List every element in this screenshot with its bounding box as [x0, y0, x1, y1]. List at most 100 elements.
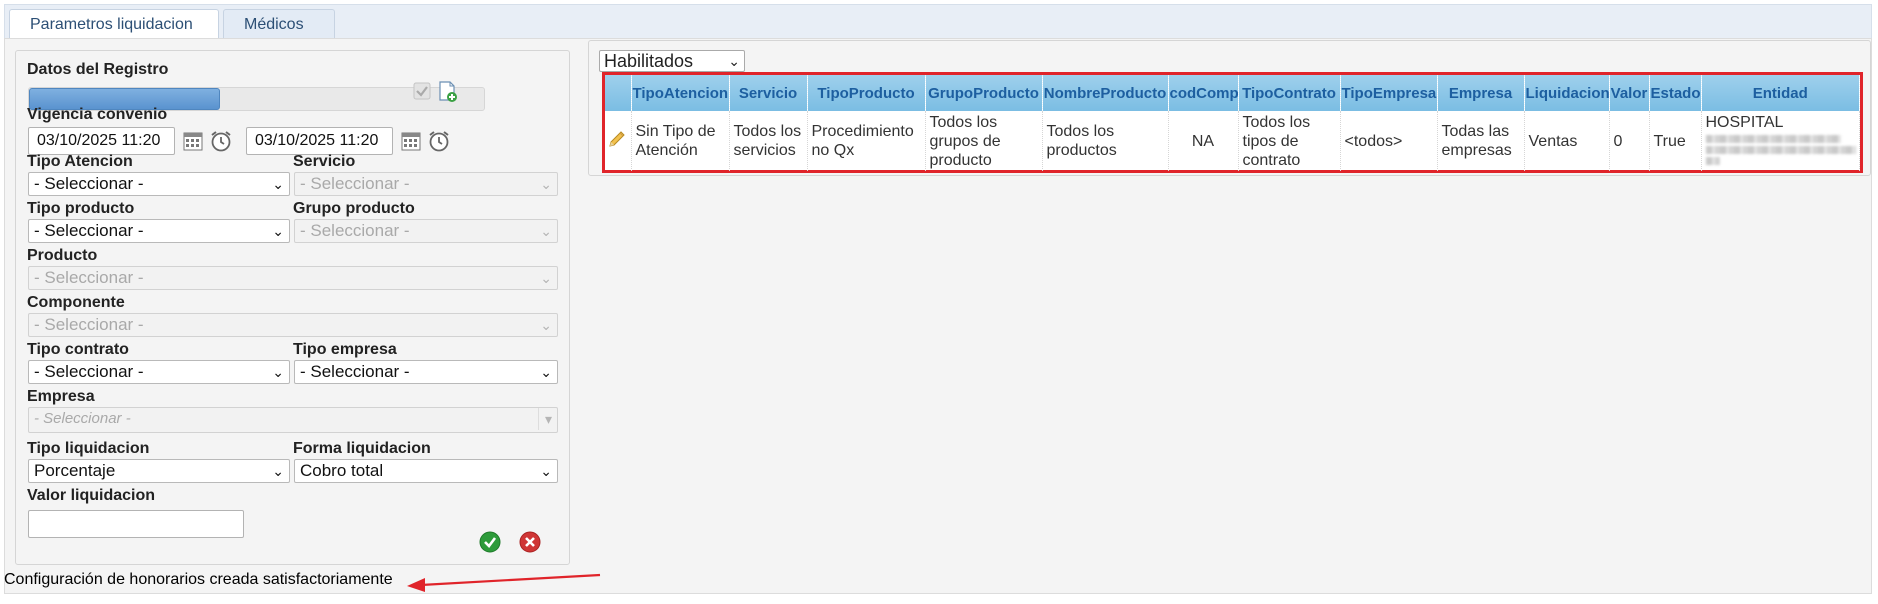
redacted-text [1705, 146, 1856, 154]
chevron-down-icon: ⌄ [272, 223, 284, 239]
componente-label: Componente [27, 294, 125, 311]
grupo-producto-select: - Seleccionar - ⌄ [294, 219, 558, 243]
chevron-down-icon: ⌄ [540, 364, 552, 380]
grupo-producto-label: Grupo producto [293, 200, 415, 217]
tipo-empresa-value: - Seleccionar - [300, 362, 410, 381]
cancel-icon[interactable] [519, 531, 541, 558]
chevron-down-icon: ⌄ [540, 176, 552, 192]
vigencia-label: Vigencia convenio [27, 106, 168, 123]
cell-tipoempresa: <todos> [1340, 111, 1438, 171]
col-header-valor[interactable]: Valor [1609, 75, 1650, 111]
tipo-liquidacion-label: Tipo liquidacion [27, 440, 150, 457]
col-header-servicio[interactable]: Servicio [729, 75, 808, 111]
red-arrow-annotation [405, 570, 605, 597]
check-icon[interactable] [413, 82, 431, 105]
status-message: Configuración de honorarios creada satis… [4, 571, 393, 588]
col-header-edit [605, 75, 632, 111]
cell-nombreproducto: Todos los productos [1042, 111, 1169, 171]
tipo-contrato-value: - Seleccionar - [34, 362, 144, 381]
col-header-entidad[interactable]: Entidad [1701, 75, 1860, 111]
producto-label: Producto [27, 247, 98, 264]
servicio-value: - Seleccionar - [300, 174, 410, 193]
grupo-producto-value: - Seleccionar - [300, 221, 410, 240]
tipo-producto-label: Tipo producto [27, 200, 135, 217]
tipo-liquidacion-select[interactable]: Porcentaje ⌄ [28, 459, 290, 483]
empresa-label: Empresa [27, 388, 95, 405]
componente-value: - Seleccionar - [34, 315, 144, 334]
pencil-icon[interactable] [607, 130, 627, 153]
forma-liquidacion-label: Forma liquidacion [293, 440, 431, 457]
estado-filter-value: Habilitados [604, 51, 694, 71]
col-header-tipoatencion[interactable]: TipoAtencion [631, 75, 730, 111]
fecha-fin-input[interactable]: 03/10/2025 11:20 [246, 127, 393, 155]
forma-liquidacion-select[interactable]: Cobro total ⌄ [294, 459, 558, 483]
tipo-contrato-select[interactable]: - Seleccionar - ⌄ [28, 360, 290, 384]
col-header-tipocontrato[interactable]: TipoContrato [1238, 75, 1341, 111]
accept-icon[interactable] [479, 531, 501, 558]
chevron-down-icon: ⌄ [272, 176, 284, 192]
fecha-inicio-input[interactable]: 03/10/2025 11:20 [28, 127, 175, 155]
tipo-empresa-select[interactable]: - Seleccionar - ⌄ [294, 360, 558, 384]
table-row: Sin Tipo de Atención Todos los servicios… [605, 111, 1860, 171]
col-header-tipoempresa[interactable]: TipoEmpresa [1340, 75, 1438, 111]
registro-form: Datos del Registro Vigencia convenio 03/… [15, 50, 570, 565]
chevron-down-icon: ⌄ [540, 223, 552, 239]
producto-value: - Seleccionar - [34, 268, 144, 287]
cell-tipoatencion: Sin Tipo de Atención [631, 111, 730, 171]
servicio-select: - Seleccionar - ⌄ [294, 172, 558, 196]
col-header-empresa[interactable]: Empresa [1437, 75, 1525, 111]
cell-entidad: HOSPITAL [1701, 111, 1860, 171]
chevron-down-icon: ⌄ [728, 53, 740, 69]
cell-servicio: Todos los servicios [729, 111, 808, 171]
componente-select: - Seleccionar - ⌄ [28, 313, 558, 337]
cell-tipocontrato: Todos los tipos de contrato [1238, 111, 1341, 171]
grid-panel: Habilitados ⌄ TipoAtencion Servicio Tipo… [588, 40, 1871, 176]
calendar-icon[interactable] [400, 130, 422, 157]
clock-icon[interactable] [427, 129, 451, 158]
forma-liquidacion-value: Cobro total [300, 461, 384, 480]
cell-liquidacion: Ventas [1524, 111, 1610, 171]
cell-tipoproducto: Procedimiento no Qx [807, 111, 926, 171]
redacted-text [1705, 135, 1841, 143]
tipo-atencion-select[interactable]: - Seleccionar - ⌄ [28, 172, 290, 196]
redacted-text [1705, 157, 1720, 165]
tipo-producto-value: - Seleccionar - [34, 221, 144, 240]
tipo-empresa-label: Tipo empresa [293, 341, 397, 358]
estado-filter-select[interactable]: Habilitados ⌄ [599, 50, 745, 72]
cell-codcomp: NA [1168, 111, 1239, 171]
cell-grupoproducto: Todos los grupos de producto [925, 111, 1043, 171]
tab-content: Datos del Registro Vigencia convenio 03/… [4, 38, 1872, 594]
grid-header-row: TipoAtencion Servicio TipoProducto Grupo… [605, 75, 1860, 111]
clock-icon[interactable] [209, 129, 233, 158]
cell-valor: 0 [1609, 111, 1650, 171]
tipo-contrato-label: Tipo contrato [27, 341, 129, 358]
valor-liquidacion-input[interactable] [28, 510, 244, 538]
new-document-icon[interactable] [437, 81, 459, 108]
cell-estado: True [1649, 111, 1702, 171]
empresa-combobox: - Seleccionar - ▾ [28, 407, 558, 433]
entidad-text: HOSPITAL [1705, 114, 1784, 131]
col-header-codcomp[interactable]: codComp [1168, 75, 1239, 111]
col-header-nombreproducto[interactable]: NombreProducto [1042, 75, 1169, 111]
col-header-grupoproducto[interactable]: GrupoProducto [925, 75, 1043, 111]
chevron-down-icon: ⌄ [540, 270, 552, 286]
calendar-icon[interactable] [182, 130, 204, 157]
tab-bar: Parametros liquidacion Médicos [4, 4, 1872, 42]
col-header-liquidacion[interactable]: Liquidacion [1524, 75, 1610, 111]
tipo-atencion-value: - Seleccionar - [34, 174, 144, 193]
col-header-estado[interactable]: Estado [1649, 75, 1702, 111]
section-title: Datos del Registro [27, 61, 169, 78]
col-header-tipoproducto[interactable]: TipoProducto [807, 75, 926, 111]
empresa-value: - Seleccionar - [34, 410, 131, 427]
records-grid: TipoAtencion Servicio TipoProducto Grupo… [602, 72, 1863, 173]
chevron-down-icon: ⌄ [540, 463, 552, 479]
tipo-atencion-label: Tipo Atencion [27, 153, 133, 170]
caret-down-icon: ▾ [537, 408, 552, 430]
tipo-producto-select[interactable]: - Seleccionar - ⌄ [28, 219, 290, 243]
edit-cell[interactable] [605, 111, 632, 171]
valor-liquidacion-label: Valor liquidacion [27, 487, 156, 504]
chevron-down-icon: ⌄ [272, 364, 284, 380]
cell-empresa: Todas las empresas [1437, 111, 1525, 171]
chevron-down-icon: ⌄ [272, 463, 284, 479]
tab-medicos[interactable]: Médicos [223, 9, 335, 41]
